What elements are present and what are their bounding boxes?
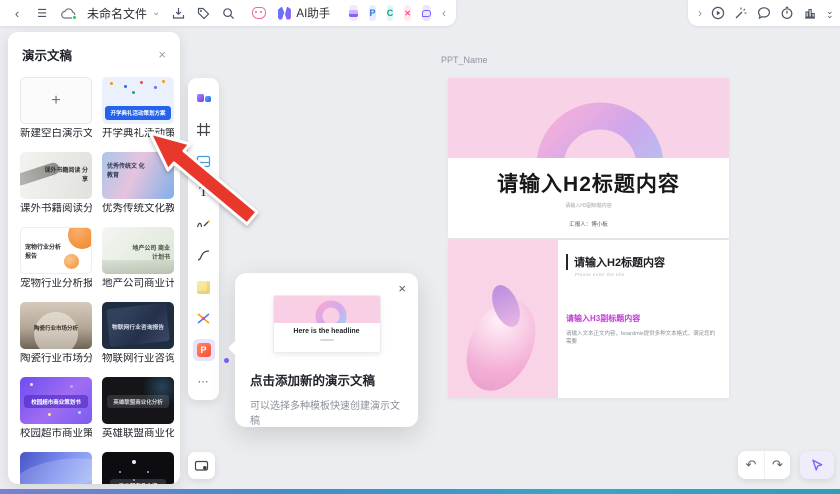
more-tools-icon[interactable]: ⋯ xyxy=(193,371,215,393)
search-icon[interactable] xyxy=(221,6,235,20)
slide-content[interactable]: 请输入H2标题内容 Please enter the title 请输入H3副标… xyxy=(448,240,729,398)
slide2-h3-subtitle: 请输入H3副标题内容 xyxy=(566,313,729,324)
menu-icon[interactable]: ☰ xyxy=(35,6,49,20)
ai-assistant-label[interactable]: AI助手 xyxy=(296,5,330,21)
export-icon[interactable] xyxy=(171,6,185,20)
active-tool-indicator-dot xyxy=(224,358,229,363)
slide2-body-text: 请输入文本正文内容，boardmix提供多种文本格式，满足您的需要 xyxy=(566,330,718,346)
file-name[interactable]: 未命名文件 xyxy=(87,5,147,22)
popup-close-icon[interactable]: × xyxy=(398,282,406,295)
connector-tool-icon[interactable] xyxy=(193,245,215,267)
popup-title: 点击添加新的演示文稿 xyxy=(250,370,418,389)
text-tool-icon[interactable]: T xyxy=(193,182,215,204)
slide2-h2-title: 请输入H2标题内容 xyxy=(566,254,729,270)
file-menu-chevron-icon[interactable]: ⌄ xyxy=(152,8,160,18)
image-plugin-icon[interactable] xyxy=(349,5,358,21)
expand-toolbar-icon[interactable]: › xyxy=(698,7,702,19)
template-card[interactable]: 开学典礼活动策划方案 开学典礼活动策划... xyxy=(102,77,174,139)
hide-toolbar-icon[interactable]: ⌄⌄ xyxy=(826,9,834,18)
top-toolbar-right: › ⌄⌄ xyxy=(688,0,840,26)
template-card-blank[interactable]: + 新建空白演示文稿 xyxy=(20,77,92,139)
slide-preview-card: Here is the headline xyxy=(273,295,381,353)
ai-assistant-icon[interactable] xyxy=(277,6,291,20)
template-card[interactable]: 校园超市商业策划书 校园超市商业策划书 xyxy=(20,377,92,439)
code-plugin-icon[interactable]: C xyxy=(387,5,394,21)
ppt-frame-label[interactable]: PPT_Name xyxy=(441,55,488,65)
app-root: ‹ ☰ 未命名文件 ⌄ AI助手 P C ✕ ‹ › xyxy=(0,0,840,494)
template-card[interactable]: 优秀传统文 化教育 优秀传统文化教育 xyxy=(102,152,174,214)
template-card[interactable]: 英雄联盟商业化分析 英雄联盟商业化分析 xyxy=(102,377,174,439)
presentation-template-panel: 演示文稿 × + 新建空白演示文稿 开学典礼活动策划方案 开学典礼活动策划...… xyxy=(8,32,180,484)
window-edge-accent xyxy=(0,489,840,494)
timer-icon[interactable] xyxy=(780,6,794,20)
slide-preview-image xyxy=(274,296,380,323)
slide-preview-headline: Here is the headline xyxy=(274,328,380,335)
template-card[interactable]: 吸尘器产品介绍 xyxy=(102,452,174,484)
add-presentation-popup: × Here is the headline 点击添加新的演示文稿 可以选择多种… xyxy=(235,273,418,427)
template-card[interactable]: 物联网行业咨询报告 物联网行业咨询报告 xyxy=(102,302,174,364)
plus-icon: + xyxy=(51,92,60,110)
cloud-sync-icon xyxy=(60,6,76,20)
undo-button[interactable]: ↶ xyxy=(738,451,764,479)
tag-icon[interactable] xyxy=(196,6,210,20)
slide-cover[interactable]: 请输入H2标题内容 请输入H3副标题内容 汇报人：博小板 xyxy=(448,78,729,238)
sticky-note-tool-icon[interactable] xyxy=(193,276,215,298)
presentation-tool-icon[interactable]: P xyxy=(193,339,215,361)
chart-icon[interactable] xyxy=(803,6,817,20)
popup-subtitle: 可以选择多种模板快速创建演示文稿 xyxy=(250,397,403,427)
slide-preview-subline xyxy=(320,339,334,341)
slide2-title-caption: Please enter the title xyxy=(575,272,729,277)
pen-tool-icon[interactable] xyxy=(193,213,215,235)
template-card[interactable]: 宠物行业分析 报告 宠物行业分析报告 xyxy=(20,227,92,289)
panel-header: 演示文稿 × xyxy=(8,32,180,73)
ppt-plugin-icon[interactable]: P xyxy=(369,5,376,21)
comment-icon[interactable] xyxy=(757,6,771,20)
templates-tool-icon[interactable] xyxy=(193,87,215,109)
page-presentation-button[interactable] xyxy=(188,452,215,479)
slide-presenter: 汇报人：博小板 xyxy=(569,220,608,228)
frame-tool-icon[interactable] xyxy=(193,119,215,141)
mindmap-tool-icon[interactable] xyxy=(193,308,215,330)
board-tool-icon[interactable] xyxy=(193,150,215,172)
slide-h2-title: 请输入H2标题内容 xyxy=(497,168,680,198)
panel-close-icon[interactable]: × xyxy=(158,48,166,61)
template-card[interactable]: 地产公司 商业计划书 地产公司商业计划书 xyxy=(102,227,174,289)
template-card[interactable]: 课外书籍阅读 分享 课外书籍阅读分享 xyxy=(20,152,92,214)
template-grid: + 新建空白演示文稿 开学典礼活动策划方案 开学典礼活动策划... 课外书籍阅读… xyxy=(8,73,180,484)
template-card[interactable]: 计算机学院毕业答辩 xyxy=(20,452,92,484)
mindmap-plugin-icon[interactable]: ✕ xyxy=(404,5,411,21)
panel-title: 演示文稿 xyxy=(22,45,72,64)
back-icon[interactable]: ‹ xyxy=(10,6,24,20)
top-toolbar-left: ‹ ☰ 未命名文件 ⌄ AI助手 P C ✕ ‹ xyxy=(0,0,456,26)
slide-cover-image xyxy=(448,78,729,158)
redo-button[interactable]: ↷ xyxy=(764,451,790,479)
mascot-icon[interactable] xyxy=(252,7,266,19)
slide-content-image xyxy=(448,240,558,398)
template-card[interactable]: 陶瓷行业市场分析 陶瓷行业市场分析 xyxy=(20,302,92,364)
laser-pointer-icon[interactable] xyxy=(734,6,748,20)
slide-h3-subtitle: 请输入H3副标题内容 xyxy=(565,202,611,209)
pointer-mode-button[interactable] xyxy=(800,451,834,479)
tools-sidebar: T P ⋯ xyxy=(188,78,219,400)
present-play-icon[interactable] xyxy=(711,6,725,20)
collapse-toolbar-icon[interactable]: ‹ xyxy=(442,7,446,19)
chat-plugin-icon[interactable] xyxy=(422,5,431,21)
sync-status-dot xyxy=(72,15,77,20)
history-controls: ↶ ↷ xyxy=(738,451,790,479)
